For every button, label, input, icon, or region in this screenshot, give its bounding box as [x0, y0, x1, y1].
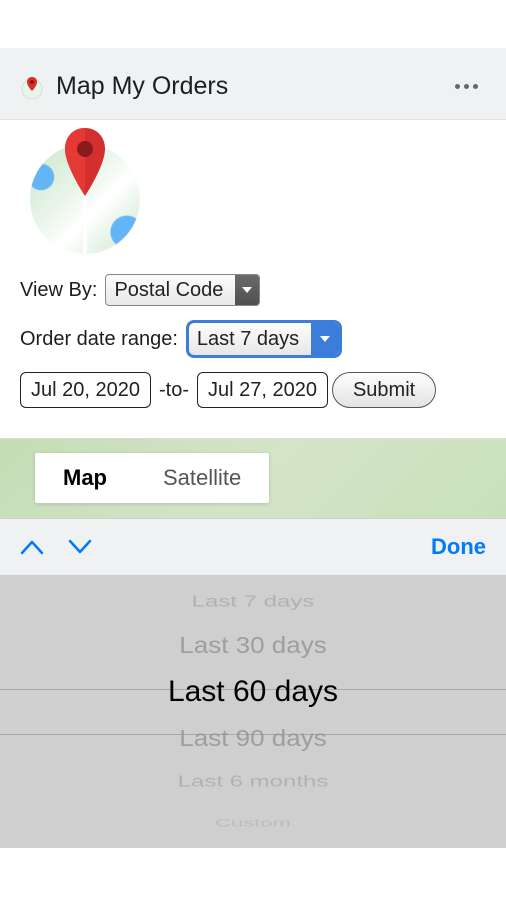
map-pin-icon [57, 124, 113, 204]
picker-option[interactable]: Last 30 days [179, 625, 326, 666]
tab-satellite[interactable]: Satellite [135, 453, 269, 503]
map-type-tabs: Map Satellite [35, 453, 269, 503]
header-left: Map My Orders [20, 72, 228, 101]
date-from-input[interactable]: Jul 20, 2020 [20, 372, 151, 408]
date-inputs-row: Jul 20, 2020 -to- Jul 27, 2020 Submit [20, 372, 486, 408]
picker-wheel[interactable]: Last 7 days Last 30 days Last 60 days La… [0, 576, 506, 848]
picker-nav-arrows [20, 539, 92, 555]
content-area: View By: Postal Code Order date range: L… [0, 120, 506, 408]
done-button[interactable]: Done [431, 534, 486, 560]
chevron-down-icon [311, 323, 339, 355]
submit-button[interactable]: Submit [332, 372, 436, 408]
map-logo [30, 144, 140, 254]
viewby-label: View By: [20, 279, 97, 302]
viewby-select[interactable]: Postal Code [105, 274, 260, 306]
app-header: Map My Orders [0, 48, 506, 120]
more-menu-icon[interactable] [455, 84, 486, 89]
date-separator: -to- [155, 379, 193, 402]
page-title: Map My Orders [56, 72, 228, 101]
tab-map[interactable]: Map [35, 453, 135, 503]
picker-option[interactable]: Last 7 days [192, 588, 315, 615]
daterange-select-value: Last 7 days [189, 328, 311, 351]
app-icon [20, 75, 44, 99]
picker-option[interactable]: Custom [215, 813, 291, 833]
bottom-spacer [0, 848, 506, 900]
picker-list: Last 7 days Last 30 days Last 60 days La… [0, 581, 506, 843]
date-to-input[interactable]: Jul 27, 2020 [197, 372, 328, 408]
picker-option-selected[interactable]: Last 60 days [168, 668, 338, 716]
chevron-down-icon [235, 275, 259, 305]
map-preview[interactable]: Map Satellite [0, 438, 506, 518]
viewby-row: View By: Postal Code [20, 274, 486, 306]
daterange-select[interactable]: Last 7 days [186, 320, 342, 358]
daterange-row: Order date range: Last 7 days [20, 320, 486, 358]
chevron-down-icon[interactable] [68, 539, 92, 555]
picker-option[interactable]: Last 6 months [178, 768, 329, 795]
picker-toolbar: Done [0, 518, 506, 576]
chevron-up-icon[interactable] [20, 539, 44, 555]
daterange-label: Order date range: [20, 328, 178, 351]
viewby-select-value: Postal Code [106, 279, 235, 302]
picker-option[interactable]: Last 90 days [179, 718, 326, 759]
